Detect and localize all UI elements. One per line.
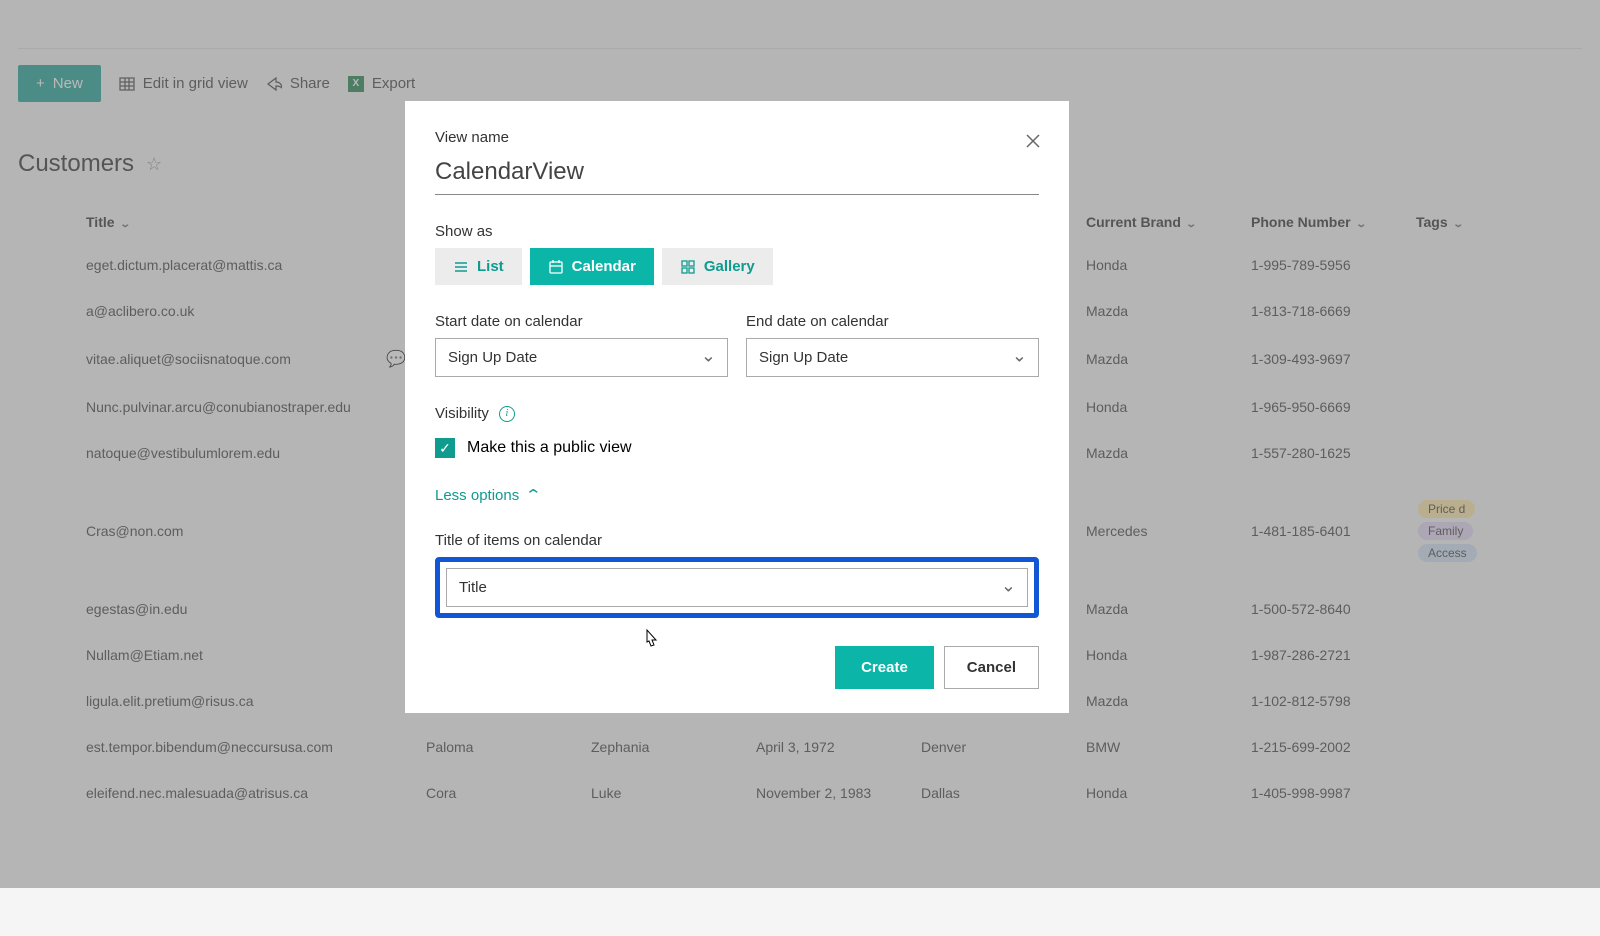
start-date-label: Start date on calendar [435,313,728,330]
info-icon[interactable]: i [499,406,515,422]
public-view-checkbox[interactable]: ✓ [435,438,455,458]
cancel-button[interactable]: Cancel [944,646,1039,689]
end-date-label: End date on calendar [746,313,1039,330]
create-button[interactable]: Create [835,646,934,689]
less-options-label: Less options [435,487,519,504]
calendar-icon [548,259,564,275]
show-as-label: Show as [435,223,1039,240]
gallery-btn-label: Gallery [704,258,755,275]
close-icon [1025,133,1041,149]
title-dropdown-highlight [435,557,1039,618]
list-icon [453,259,469,275]
create-view-modal: View name Show as List Calendar Gallery … [405,101,1069,713]
view-name-label: View name [435,129,1039,146]
chevron-up-icon: ⌃ [525,486,543,504]
list-btn-label: List [477,258,504,275]
visibility-label: Visibility [435,405,489,422]
title-items-dropdown[interactable] [446,568,1028,607]
calendar-btn-label: Calendar [572,258,636,275]
show-as-list-button[interactable]: List [435,248,522,285]
end-date-dropdown[interactable] [746,338,1039,377]
gallery-icon [680,259,696,275]
public-view-label: Make this a public view [467,439,632,457]
title-items-label: Title of items on calendar [435,532,1039,549]
view-name-input[interactable] [435,154,1039,195]
show-as-gallery-button[interactable]: Gallery [662,248,773,285]
start-date-dropdown[interactable] [435,338,728,377]
less-options-toggle[interactable]: Less options ⌃ [435,486,1039,504]
show-as-group: List Calendar Gallery [435,248,1039,285]
show-as-calendar-button[interactable]: Calendar [530,248,654,285]
close-button[interactable] [1021,129,1045,153]
